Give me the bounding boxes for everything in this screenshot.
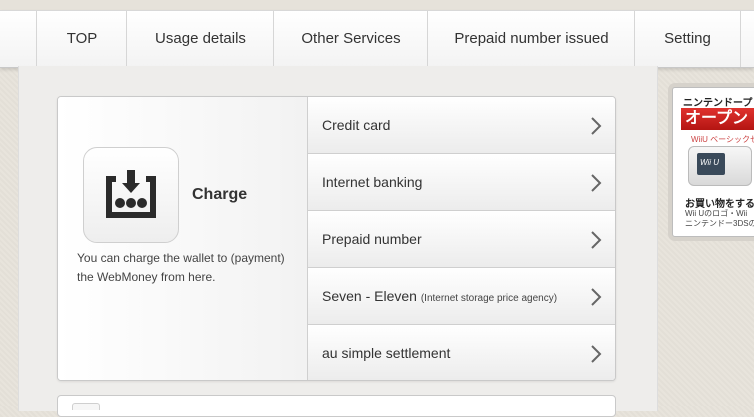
nav-item-top[interactable]: TOP: [36, 11, 127, 67]
charge-description: You can charge the wallet to (payment) t…: [77, 251, 285, 284]
chevron-right-icon: [591, 174, 602, 192]
ad-text: ニンテンドー3DSの: [685, 219, 754, 228]
option-seven-eleven[interactable]: Seven - Eleven (Internet storage price a…: [308, 268, 615, 325]
option-note: (Internet storage price agency): [420, 293, 558, 304]
ad-title: ニンテンドープリ: [683, 98, 754, 109]
chevron-right-icon: [591, 288, 602, 306]
option-credit-card[interactable]: Credit card: [308, 97, 615, 154]
option-internet-banking[interactable]: Internet banking: [308, 154, 615, 211]
option-au-simple-settlement[interactable]: au simple settlement: [308, 325, 615, 380]
option-label: Prepaid number: [322, 231, 422, 247]
ad-subtitle: WiiU ベーシックセ: [691, 135, 754, 144]
option-label: Seven - Eleven (Internet storage price a…: [322, 288, 558, 304]
charge-download-icon: [83, 147, 179, 243]
ad-banner: オープン: [681, 108, 754, 130]
nav-item-setting[interactable]: Setting: [634, 11, 741, 67]
chevron-right-icon: [591, 345, 602, 363]
ad-product-image: Wii U: [688, 146, 752, 186]
option-label: au simple settlement: [322, 345, 451, 361]
option-label: Credit card: [322, 117, 391, 133]
option-prepaid-number[interactable]: Prepaid number: [308, 211, 615, 268]
nav-item-other-services[interactable]: Other Services: [273, 11, 428, 67]
section-tab: [72, 403, 100, 410]
nav-item-usage-details[interactable]: Usage details: [126, 11, 274, 67]
top-navigation: TOP Usage details Other Services Prepaid…: [0, 10, 754, 68]
nav-item-prepaid-number-issued[interactable]: Prepaid number issued: [427, 11, 635, 67]
option-label: Internet banking: [322, 174, 423, 190]
next-section-box: [57, 395, 616, 417]
charge-title: Charge: [192, 186, 248, 203]
product-brand: Wii U: [700, 158, 720, 167]
side-advertisement[interactable]: ニンテンドープリ オープン WiiU ベーシックセ Wii U お買い物をすると…: [672, 87, 754, 237]
chevron-right-icon: [591, 117, 602, 135]
charge-section: Charge You can charge the wallet to (pay…: [57, 96, 616, 381]
top-band: [0, 0, 754, 10]
charge-info: Charge You can charge the wallet to (pay…: [58, 97, 308, 380]
chevron-right-icon: [591, 231, 602, 249]
